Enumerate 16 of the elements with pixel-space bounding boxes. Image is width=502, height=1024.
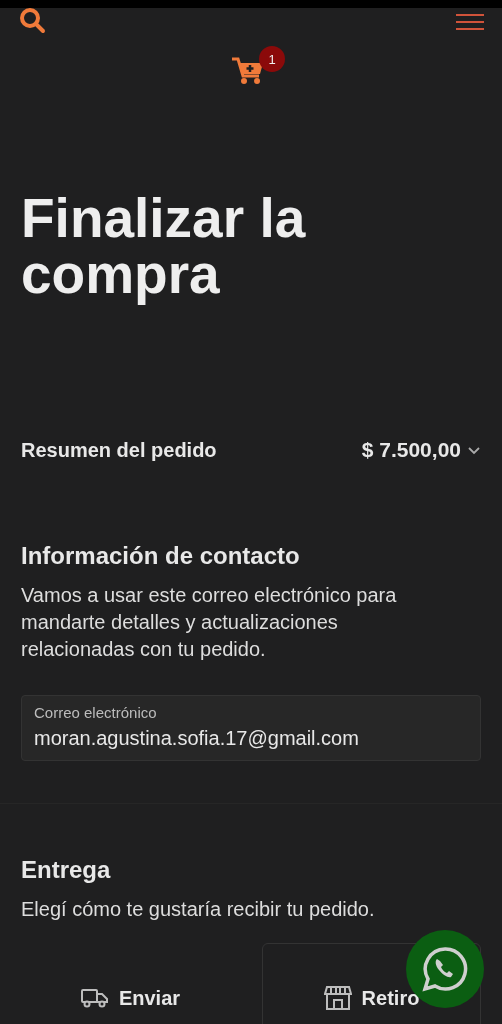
search-icon[interactable] [18,8,48,34]
email-field[interactable]: Correo electrónico moran.agustina.sofia.17@gmail.com [21,695,481,761]
menu-icon[interactable] [456,11,484,31]
section-heading: Entrega [21,856,112,884]
section-description: Vamos a usar este correo electrónico para mandarte detalles y actualizaciones relacionadas con tu pedido. [21,583,398,662]
section-heading: Información de contacto [21,542,301,570]
order-summary-toggle[interactable]: $ 7.500,00 [361,438,481,462]
order-summary-label: Resumen del pedido [21,438,217,462]
chat-phone-icon [421,945,469,993]
section-description: Elegí cómo te gustaría recibir tu pedido. [21,897,376,922]
field-label: Correo electrónico [34,704,158,721]
email-input[interactable]: moran.agustina.sofia.17@gmail.com [34,727,468,750]
cart-count-badge: 1 [259,46,285,72]
delivery-option[interactable]: Enviar [21,943,240,1024]
store-icon [323,985,352,1011]
truck-icon [80,988,109,1008]
